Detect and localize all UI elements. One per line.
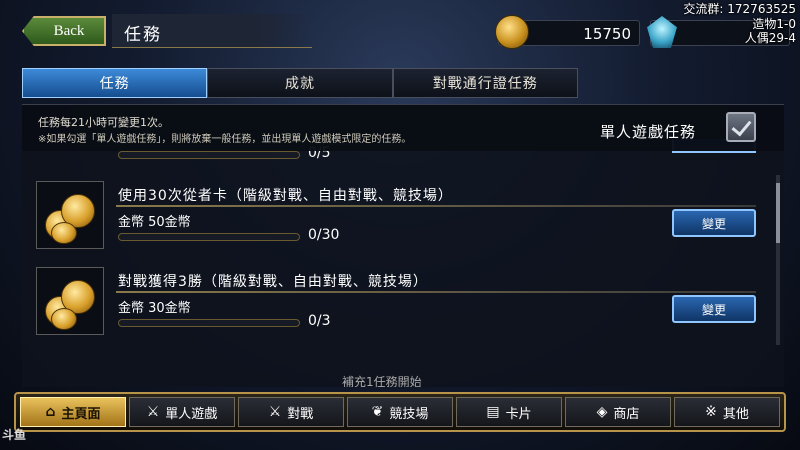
single-player-icon: ⚔ (146, 404, 160, 420)
nav-home[interactable]: ⌂ 主頁面 (20, 397, 126, 427)
nav-label: 主頁面 (61, 406, 101, 422)
solo-mission-checkbox[interactable] (726, 112, 756, 142)
mission-panel[interactable]: 任務每21小時可變更1次。 ※如果勾選「單人遊戲任務」，則將放棄一般任務，並出現… (22, 104, 784, 387)
mission-tabs: 任務 成就 對戰通行證任務 (22, 68, 578, 98)
nav-label: 單人遊戲 (165, 406, 218, 422)
mission-item: 使用30次從者卡（階級對戰、自由對戰、競技場） 金幣 50金幣 0/30 變更 (36, 181, 760, 251)
gold-counter: 15750 (495, 15, 640, 49)
battle-icon: ⚔ (268, 404, 282, 420)
nav-arena[interactable]: ❦ 競技場 (347, 397, 453, 427)
nav-label: 競技場 (389, 406, 429, 422)
progress-bar (118, 319, 300, 327)
arena-icon: ❦ (371, 404, 384, 420)
progress-bar (118, 151, 300, 159)
mission-item: 對戰獲得3勝（階級對戰、自由對戰、競技場） 金幣 30金幣 0/3 變更 (36, 267, 760, 337)
mission-description: 對戰獲得3勝（階級對戰、自由對戰、競技場） (118, 274, 428, 290)
divider (116, 205, 756, 207)
cards-icon: ▤ (486, 404, 500, 420)
nav-single-player[interactable]: ⚔ 單人遊戲 (129, 397, 235, 427)
more-missions-text: 補充1任務開始 (342, 375, 422, 387)
stream-overlay-text: 人偶29-4 (744, 31, 796, 45)
tab-missions[interactable]: 任務 (22, 68, 208, 98)
nav-label: 卡片 (505, 406, 532, 422)
back-button[interactable]: Back (22, 16, 106, 46)
mission-reward: 金幣 30金幣 (118, 301, 191, 316)
gold-amount: 15750 (583, 25, 631, 43)
top-bar: Back 任務 15750 交流群: 172763525 造物1-0 人偶29-… (0, 0, 800, 62)
gold-coins-icon (36, 181, 104, 249)
nav-battle[interactable]: ⚔ 對戰 (238, 397, 344, 427)
nav-label: 對戰 (287, 406, 314, 422)
nav-shop[interactable]: ◈ 商店 (565, 397, 671, 427)
nav-label: 其他 (722, 406, 749, 422)
progress-text: 0/3 (308, 313, 331, 329)
notice-text: 任務每21小時可變更1次。 (38, 116, 169, 129)
progress-bar (118, 233, 300, 241)
stream-watermark: 斗鱼 (2, 428, 27, 442)
other-icon: ※ (705, 404, 717, 420)
nav-label: 商店 (613, 406, 640, 422)
shop-icon: ◈ (596, 404, 608, 420)
scroll-thumb[interactable] (776, 183, 780, 243)
tab-achievements[interactable]: 成就 (207, 68, 393, 98)
page-title: 任務 (124, 25, 162, 45)
bottom-navigation: ⌂ 主頁面 ⚔ 單人遊戲 ⚔ 對戰 ❦ 競技場 ▤ 卡片 ◈ 商店 ※ 其他 (14, 392, 786, 432)
change-button[interactable]: 變更 (672, 209, 756, 237)
gold-coins-icon (36, 267, 104, 335)
scrollbar[interactable] (776, 175, 780, 345)
nav-other[interactable]: ※ 其他 (674, 397, 780, 427)
home-icon: ⌂ (45, 404, 56, 420)
nav-cards[interactable]: ▤ 卡片 (456, 397, 562, 427)
gold-coin-icon (495, 15, 529, 49)
crystal-icon (647, 16, 677, 48)
mission-reward: 金幣 50金幣 (118, 215, 191, 230)
mission-description: 使用30次從者卡（階級對戰、自由對戰、競技場） (118, 188, 453, 204)
divider (116, 291, 756, 293)
progress-text: 0/30 (308, 227, 340, 243)
change-button[interactable]: 變更 (672, 295, 756, 323)
page-title-box: 任務 (112, 14, 312, 48)
tab-battle-pass-missions[interactable]: 對戰通行證任務 (392, 68, 578, 98)
notice-bar: 任務每21小時可變更1次。 ※如果勾選「單人遊戲任務」，則將放棄一般任務，並出現… (22, 105, 784, 151)
notice-subtext: ※如果勾選「單人遊戲任務」，則將放棄一般任務，並出現單人遊戲模式限定的任務。 (38, 134, 412, 145)
solo-mission-label: 單人遊戲任務 (600, 123, 697, 141)
